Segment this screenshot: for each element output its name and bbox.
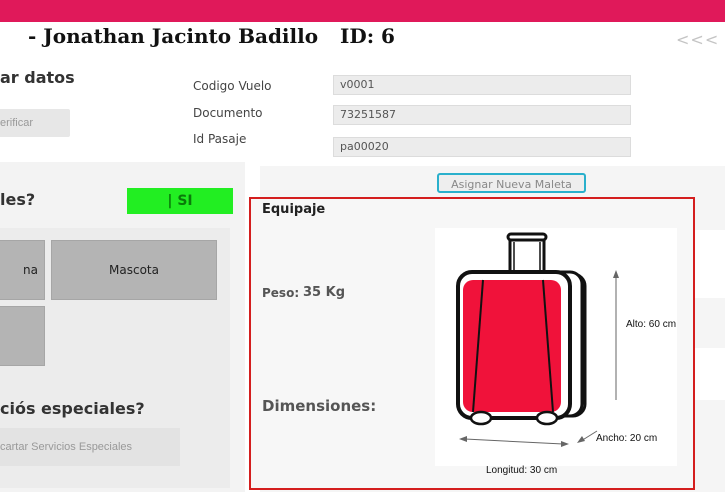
flight-code-field[interactable]: v0001 xyxy=(333,75,631,95)
ticket-id-field[interactable]: pa00020 xyxy=(333,137,631,157)
verify-button[interactable]: erificar xyxy=(0,109,70,137)
length-label: Longitud: 30 cm xyxy=(486,465,558,476)
verify-section-title: ar datos xyxy=(0,68,75,87)
assign-new-luggage-button[interactable]: Asignar Nueva Maleta xyxy=(437,173,586,193)
weight-label: Peso: xyxy=(262,286,300,300)
option-tile-3[interactable] xyxy=(0,306,45,366)
back-button[interactable]: <<< xyxy=(676,30,719,49)
height-label: Alto: 60 cm xyxy=(626,319,677,330)
document-field[interactable]: 73251587 xyxy=(333,105,631,125)
luggage-title: Equipaje xyxy=(262,202,326,217)
weight-value: 35 Kg xyxy=(303,285,345,300)
passenger-id: ID: 6 xyxy=(340,24,395,48)
special-services-question: ciós especiales? xyxy=(0,399,145,418)
dimensions-label: Dimensiones: xyxy=(262,397,377,415)
option-tile-1-label: na xyxy=(23,263,38,277)
top-brand-bar xyxy=(0,0,725,22)
document-label: Documento xyxy=(193,106,263,120)
discard-special-services-button[interactable]: cartar Servicios Especiales xyxy=(0,428,180,466)
ticket-id-label: Id Pasaje xyxy=(193,132,247,146)
passenger-name: - Jonathan Jacinto Badillo xyxy=(28,24,319,48)
suitcase-icon xyxy=(456,232,619,447)
special-needs-question: les? xyxy=(0,190,36,209)
option-tile-pet-label: Mascota xyxy=(109,263,159,277)
yes-toggle[interactable]: | SI xyxy=(127,188,233,214)
option-tile-1[interactable]: na xyxy=(0,240,45,300)
width-label: Ancho: 20 cm xyxy=(596,433,658,444)
option-tile-pet[interactable]: Mascota xyxy=(51,240,217,300)
flight-code-label: Codigo Vuelo xyxy=(193,79,272,93)
